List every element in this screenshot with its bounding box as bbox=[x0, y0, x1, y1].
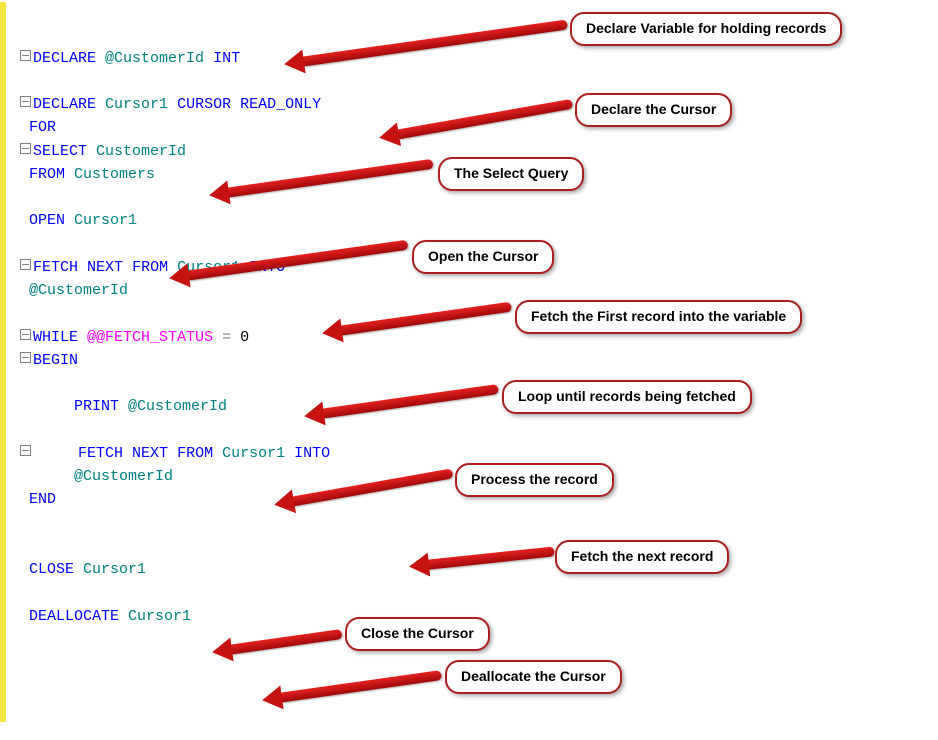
callout-open-cursor: Open the Cursor bbox=[412, 240, 554, 274]
kw-readonly: READ_ONLY bbox=[240, 96, 321, 113]
blank-line bbox=[20, 375, 29, 392]
num-zero: 0 bbox=[240, 329, 249, 346]
var-customerid: @CustomerId bbox=[128, 398, 227, 415]
arrow-icon bbox=[277, 670, 442, 703]
kw-next: NEXT bbox=[132, 445, 168, 462]
op-equals: = bbox=[222, 329, 231, 346]
kw-into: INTO bbox=[294, 445, 330, 462]
kw-close: CLOSE bbox=[29, 561, 74, 578]
kw-end: END bbox=[29, 491, 56, 508]
kw-next: NEXT bbox=[87, 259, 123, 276]
gutter-modified-strip bbox=[0, 2, 6, 722]
blank-line bbox=[20, 189, 29, 206]
kw-fetch: FETCH bbox=[33, 259, 78, 276]
kw-begin: BEGIN bbox=[33, 352, 78, 369]
kw-declare: DECLARE bbox=[33, 50, 96, 67]
kw-while: WHILE bbox=[33, 329, 78, 346]
blank-line bbox=[20, 422, 29, 439]
callout-loop: Loop until records being fetched bbox=[502, 380, 752, 414]
col-customerid: CustomerId bbox=[96, 143, 186, 160]
kw-cursor: CURSOR bbox=[177, 96, 231, 113]
kw-declare: DECLARE bbox=[33, 96, 96, 113]
id-cursor1: Cursor1 bbox=[105, 96, 168, 113]
fold-toggle-icon[interactable] bbox=[20, 445, 31, 456]
callout-fetch-next: Fetch the next record bbox=[555, 540, 729, 574]
arrow-icon bbox=[424, 546, 554, 570]
kw-fetch: FETCH bbox=[78, 445, 123, 462]
var-customerid: @CustomerId bbox=[105, 50, 204, 67]
fold-toggle-icon[interactable] bbox=[20, 329, 31, 340]
callout-process: Process the record bbox=[455, 463, 614, 497]
fold-toggle-icon[interactable] bbox=[20, 50, 31, 61]
kw-print: PRINT bbox=[74, 398, 119, 415]
arrow-icon bbox=[319, 384, 499, 419]
fold-toggle-icon[interactable] bbox=[20, 352, 31, 363]
callout-declare-var: Declare Variable for holding records bbox=[570, 12, 842, 46]
var-customerid: @CustomerId bbox=[74, 468, 173, 485]
callout-close: Close the Cursor bbox=[345, 617, 490, 651]
fold-toggle-icon[interactable] bbox=[20, 143, 31, 154]
var-customerid: @CustomerId bbox=[29, 282, 128, 299]
id-cursor1: Cursor1 bbox=[222, 445, 285, 462]
kw-deallocate: DEALLOCATE bbox=[29, 608, 119, 625]
blank-line bbox=[20, 236, 29, 253]
kw-from: FROM bbox=[132, 259, 168, 276]
id-cursor1: Cursor1 bbox=[128, 608, 191, 625]
kw-from: FROM bbox=[29, 166, 65, 183]
fold-toggle-icon[interactable] bbox=[20, 259, 31, 270]
id-cursor1: Cursor1 bbox=[74, 212, 137, 229]
arrow-icon bbox=[337, 302, 512, 336]
blank-line bbox=[20, 305, 29, 322]
blank-line bbox=[20, 73, 29, 90]
id-cursor1: Cursor1 bbox=[83, 561, 146, 578]
tbl-customers: Customers bbox=[74, 166, 155, 183]
code-editor[interactable]: DECLARE @CustomerId INT DECLARE Cursor1 … bbox=[20, 0, 330, 651]
fold-toggle-icon[interactable] bbox=[20, 96, 31, 107]
blank-line bbox=[20, 515, 29, 532]
kw-select: SELECT bbox=[33, 143, 87, 160]
blank-line bbox=[20, 584, 29, 601]
callout-deallocate: Deallocate the Cursor bbox=[445, 660, 622, 694]
blank-line bbox=[20, 538, 29, 555]
blank-line bbox=[20, 26, 29, 43]
callout-fetch-first: Fetch the First record into the variable bbox=[515, 300, 802, 334]
callout-select-query: The Select Query bbox=[438, 157, 584, 191]
arrow-icon bbox=[394, 99, 573, 140]
callout-declare-cursor: Declare the Cursor bbox=[575, 93, 732, 127]
arrow-icon bbox=[299, 19, 568, 66]
kw-for: FOR bbox=[29, 119, 56, 136]
sysvar-fetchstatus: @@FETCH_STATUS bbox=[87, 329, 213, 346]
kw-int: INT bbox=[213, 50, 240, 67]
kw-from: FROM bbox=[177, 445, 213, 462]
kw-open: OPEN bbox=[29, 212, 65, 229]
